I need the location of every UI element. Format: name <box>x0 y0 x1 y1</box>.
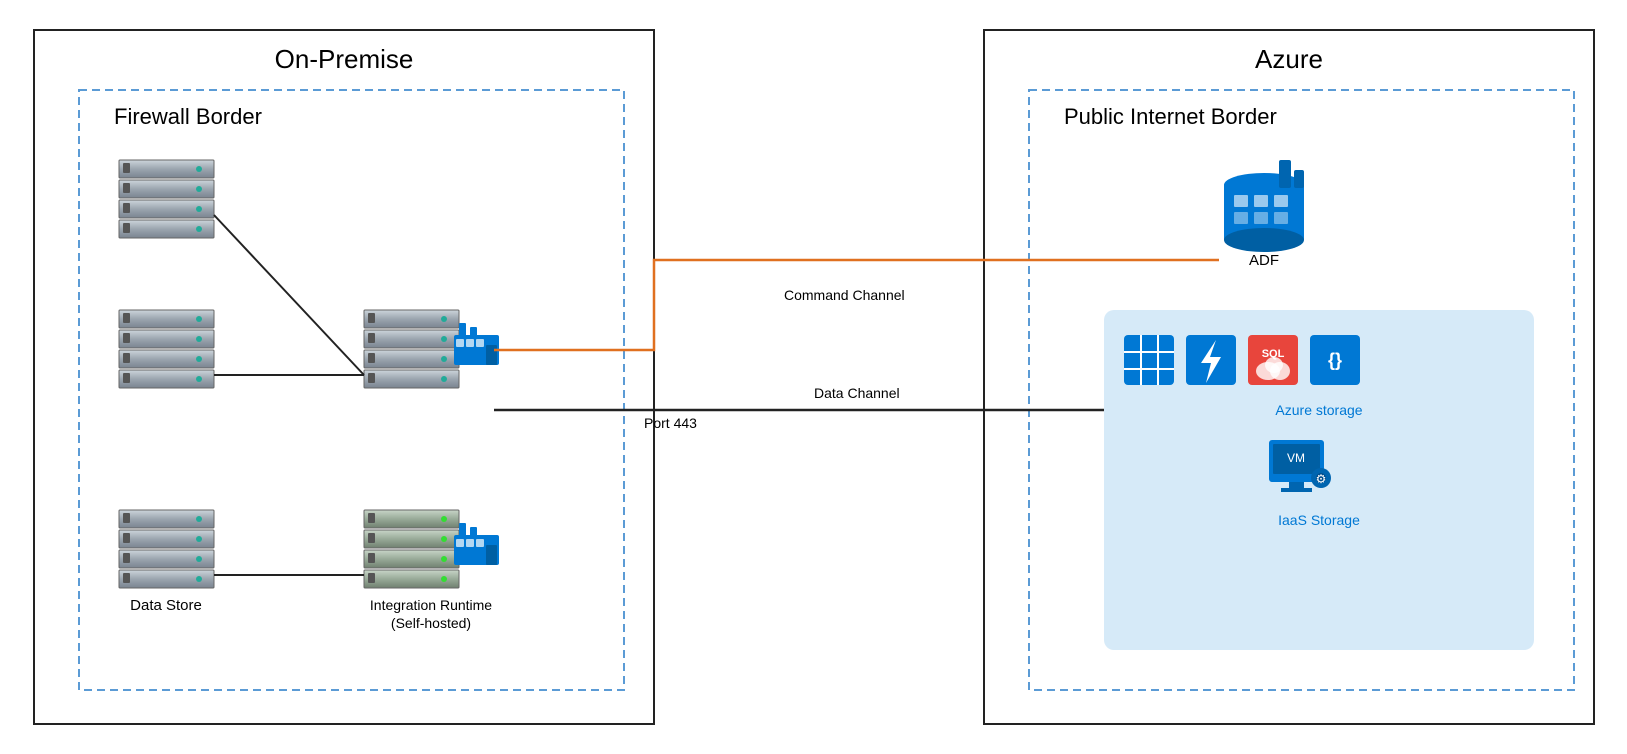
svg-text:{}: {} <box>1327 350 1341 370</box>
command-channel-label: Command Channel <box>784 287 905 303</box>
firewall-border-title: Firewall Border <box>114 104 262 129</box>
ir-server-top <box>364 310 459 388</box>
ir-factory-icon-top <box>454 323 499 365</box>
server-stack-3 <box>119 510 214 588</box>
ir-label-2: (Self-hosted) <box>390 615 470 631</box>
lightning-icon <box>1186 335 1236 385</box>
ir-label-1: Integration Runtime <box>369 597 491 613</box>
diagram-container: On-Premise Firewall Border Azure Public … <box>0 0 1627 754</box>
azure-title: Azure <box>1255 44 1323 74</box>
port-443-label: Port 443 <box>644 415 697 431</box>
ir-server-bottom <box>364 510 459 588</box>
diagram-svg: On-Premise Firewall Border Azure Public … <box>24 20 1604 734</box>
svg-text:VM: VM <box>1287 451 1305 465</box>
on-premise-title: On-Premise <box>274 44 413 74</box>
public-border-title: Public Internet Border <box>1064 104 1277 129</box>
svg-text:⚙: ⚙ <box>1315 472 1326 486</box>
sql-icon: SQL <box>1248 335 1298 385</box>
server-stack-1 <box>119 160 214 238</box>
adf-label: ADF <box>1249 252 1279 269</box>
server-stack-2 <box>119 310 214 388</box>
adf-icon <box>1224 160 1304 252</box>
ir-factory-icon-bottom <box>454 523 499 565</box>
conn-line-1 <box>214 215 364 375</box>
json-icon: {} <box>1310 335 1360 385</box>
grid-icon <box>1124 335 1174 385</box>
data-store-label: Data Store <box>130 597 202 614</box>
iaas-storage-label: IaaS Storage <box>1278 512 1360 528</box>
data-channel-label: Data Channel <box>814 385 900 401</box>
azure-storage-label: Azure storage <box>1275 402 1362 418</box>
full-diagram: On-Premise Firewall Border Azure Public … <box>24 20 1604 734</box>
